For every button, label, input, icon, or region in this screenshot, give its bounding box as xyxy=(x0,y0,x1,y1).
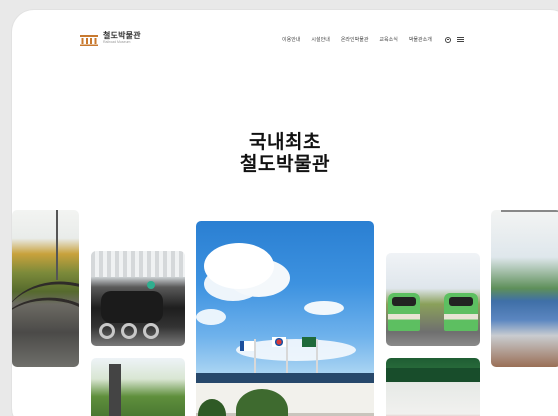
hamburger-menu-icon[interactable] xyxy=(456,37,464,42)
steam-locomotive-photo xyxy=(91,251,185,346)
nav-item-online-museum[interactable]: 온라인박물관 xyxy=(341,36,369,43)
site-header: 철도박물관 Railroad Museum 이용안내 시설안내 온라인박물관 교… xyxy=(12,10,558,68)
museum-building-photo xyxy=(196,221,374,416)
green-trains-photo xyxy=(386,253,480,346)
nav-item-education-news[interactable]: 교육소식 xyxy=(379,36,397,43)
museum-logo-icon xyxy=(80,33,98,46)
hero-title: 국내최초 철도박물관 xyxy=(12,132,558,176)
ktx-train-photo xyxy=(491,210,558,367)
nav-item-facilities[interactable]: 시설안내 xyxy=(311,36,329,43)
hero-title-line-2: 철도박물관 xyxy=(240,154,330,175)
main-nav: 이용안내 시설안내 온라인박물관 교육소식 박물관소개 xyxy=(282,36,464,43)
heritage-building-photo xyxy=(386,358,480,416)
railway-tracks-photo xyxy=(12,210,79,367)
logo-title: 철도박물관 xyxy=(103,31,141,40)
browser-frame: 철도박물관 Railroad Museum 이용안내 시설안내 온라인박물관 교… xyxy=(12,10,558,416)
globe-icon[interactable] xyxy=(444,36,451,43)
site-logo[interactable]: 철도박물관 Railroad Museum xyxy=(80,31,141,46)
nav-item-about[interactable]: 박물관소개 xyxy=(409,36,432,43)
logo-subtitle: Railroad Museum xyxy=(103,40,131,44)
outdoor-exhibit-photo xyxy=(91,358,185,416)
nav-item-usage-guide[interactable]: 이용안내 xyxy=(282,36,300,43)
hero-title-line-1: 국내최초 xyxy=(249,132,321,153)
